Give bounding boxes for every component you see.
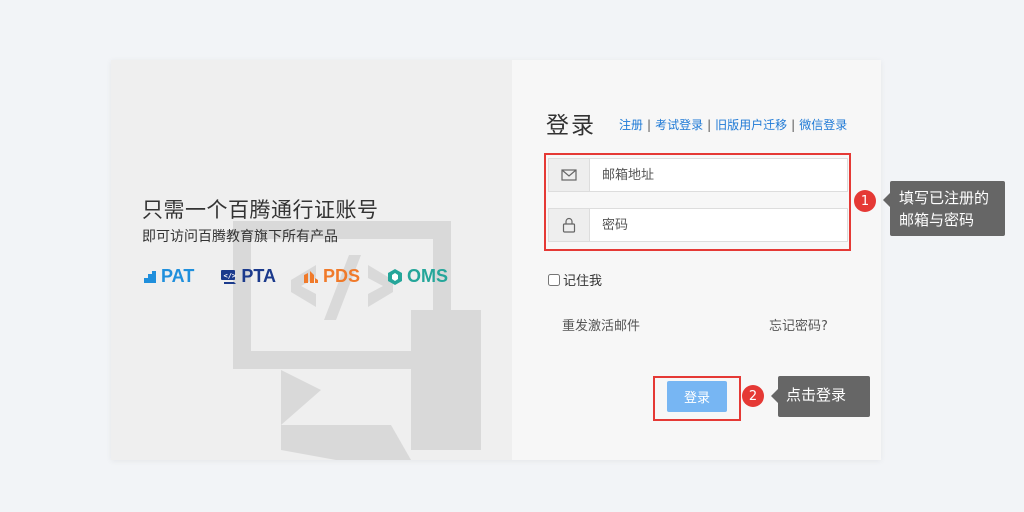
pat-icon: [144, 270, 156, 283]
brand-oms: OMS: [386, 266, 448, 287]
brand-pat-label: PAT: [161, 266, 195, 286]
pta-icon: </>: [221, 269, 237, 284]
highlight-inputs: [544, 153, 851, 251]
forgot-password-link[interactable]: 忘记密码?: [769, 315, 828, 334]
promo-panel: 只需一个百腾通行证账号 即可访问百腾教育旗下所有产品 PAT </> PTA P…: [111, 60, 512, 460]
resend-activation-link[interactable]: 重发激活邮件: [562, 315, 640, 334]
login-card: 只需一个百腾通行证账号 即可访问百腾教育旗下所有产品 PAT </> PTA P…: [111, 60, 881, 460]
remember-checkbox[interactable]: [548, 273, 560, 286]
oms-icon: [388, 268, 403, 285]
svg-text:</>: </>: [224, 272, 237, 280]
step-1-text-line2: 邮箱与密码: [899, 211, 975, 229]
link-separator: |: [791, 118, 796, 132]
register-link[interactable]: 注册: [619, 118, 643, 132]
step-2-badge: 2: [742, 385, 764, 407]
code-book-illustration: [233, 221, 481, 460]
step-1-text-line1: 填写已注册的: [899, 189, 990, 207]
remember-label: 记住我: [563, 274, 603, 289]
legacy-migration-link[interactable]: 旧版用户迁移: [715, 118, 787, 132]
brand-pta: </> PTA: [220, 266, 276, 287]
remember-me[interactable]: 记住我: [548, 270, 602, 289]
brand-pds: PDS: [302, 266, 360, 287]
step-1-tooltip: 填写已注册的 邮箱与密码: [883, 181, 1005, 236]
brand-pat: PAT: [142, 266, 194, 287]
brand-oms-label: OMS: [407, 266, 449, 286]
brand-pds-label: PDS: [323, 266, 361, 286]
sub-slogan: 即可访问百腾教育旗下所有产品: [142, 229, 338, 245]
wechat-login-link[interactable]: 微信登录: [799, 118, 847, 132]
product-logos: PAT </> PTA PDS OMS: [142, 266, 448, 287]
auth-links: 注册 | 考试登录 | 旧版用户迁移 | 微信登录: [619, 116, 847, 133]
highlight-button: [653, 376, 741, 421]
link-separator: |: [647, 118, 652, 132]
step-1-badge: 1: [854, 190, 876, 212]
login-title: 登录: [546, 113, 596, 139]
slogan: 只需一个百腾通行证账号: [142, 198, 379, 222]
exam-login-link[interactable]: 考试登录: [655, 118, 703, 132]
step-2-tooltip: 点击登录: [771, 376, 870, 417]
pds-icon: [304, 270, 318, 283]
link-separator: |: [707, 118, 712, 132]
brand-pta-label: PTA: [241, 266, 276, 286]
